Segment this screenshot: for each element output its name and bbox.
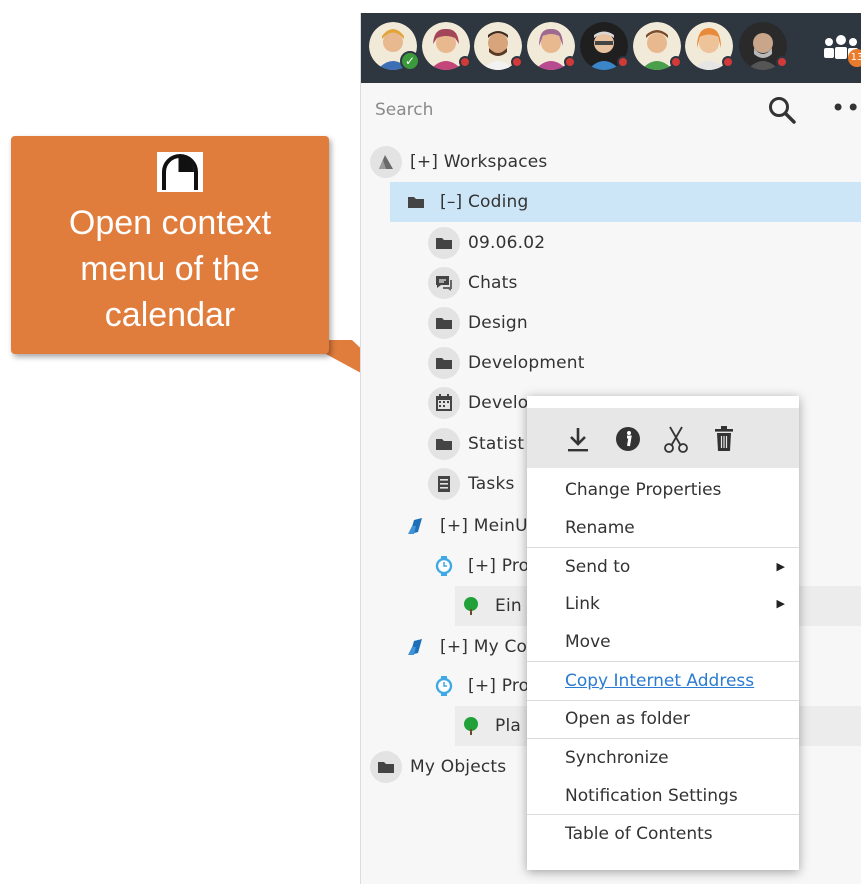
busy-status-icon: [511, 56, 523, 68]
tree-item-my-co[interactable]: [+] My Co: [400, 627, 527, 667]
tree-item-label: [+] My Co: [440, 637, 528, 657]
watch-icon: [428, 670, 460, 702]
user-avatar-icon[interactable]: ✓: [369, 22, 420, 71]
workspaces-icon: [370, 146, 402, 178]
tree-item-development[interactable]: Development: [428, 343, 585, 383]
user-avatar-icon[interactable]: [739, 22, 788, 70]
more-options-icon[interactable]: •••: [831, 93, 861, 123]
folder-icon: [370, 751, 402, 783]
callout-line: menu of the: [80, 250, 260, 288]
tree-item-pro-1[interactable]: [+] Pro: [428, 546, 529, 586]
menu-item-table-of-contents[interactable]: Table of Contents: [527, 816, 799, 852]
tree-item-label: My Objects: [410, 757, 507, 777]
busy-status-icon: [564, 56, 576, 68]
cut-icon[interactable]: [661, 424, 691, 454]
tree-item-chats[interactable]: Chats: [428, 263, 518, 303]
menu-item-copy-internet-address[interactable]: Copy Internet Address: [527, 663, 799, 699]
menu-item-open-as-folder[interactable]: Open as folder: [527, 701, 799, 737]
user-avatar-icon[interactable]: [474, 22, 523, 70]
folder-icon: [428, 227, 460, 259]
tree-green-icon: [455, 590, 487, 622]
tree-item-label: Tasks: [468, 474, 515, 494]
tree-item-label: Statist: [468, 434, 525, 454]
tree-item-label: Design: [468, 313, 528, 333]
menu-item-send-to[interactable]: Send to ▶: [527, 549, 799, 585]
tree-item-label: Pla: [495, 716, 521, 736]
menu-separator: [527, 547, 799, 548]
menu-item-label: Link: [565, 594, 600, 614]
context-menu: Change Properties Rename Send to ▶ Link …: [527, 396, 799, 870]
busy-status-icon: [670, 56, 682, 68]
tree-item-coding[interactable]: [–] Coding: [390, 182, 861, 222]
context-menu-toolbar: [527, 408, 799, 468]
menu-separator: [527, 661, 799, 662]
menu-item-link[interactable]: Link ▶: [527, 586, 799, 622]
user-avatar-icon[interactable]: [527, 22, 576, 70]
menu-item-move[interactable]: Move: [527, 624, 799, 660]
busy-status-icon: [459, 56, 471, 68]
tree-item-development-calendar[interactable]: Develo: [428, 383, 528, 423]
user-avatar-icon[interactable]: [685, 22, 734, 70]
user-avatar-icon[interactable]: [633, 22, 682, 70]
submenu-arrow-icon: ▶: [776, 597, 785, 610]
tree-item-label: Development: [468, 353, 585, 373]
presence-bar: ✓ 1: [361, 13, 861, 83]
chat-icon: [428, 267, 460, 299]
watch-icon: [428, 550, 460, 582]
folder-icon: [428, 428, 460, 460]
folder-icon: [428, 307, 460, 339]
tree-item-label: [+] MeinU: [440, 516, 528, 536]
callout-text: Open context menu of the calendar: [11, 200, 329, 338]
folder-icon: [400, 186, 432, 218]
menu-separator: [527, 738, 799, 739]
tree-green-icon: [455, 710, 487, 742]
tree-item-tasks[interactable]: Tasks: [428, 464, 515, 504]
tree-item-label: Chats: [468, 273, 518, 293]
tree-item-statistics[interactable]: Statist: [428, 424, 524, 464]
download-icon[interactable]: [563, 424, 593, 454]
tree-item-my-objects[interactable]: My Objects: [370, 747, 506, 787]
info-icon[interactable]: [613, 424, 643, 454]
task-list-icon: [428, 468, 460, 500]
tree-item-label: 09.06.02: [468, 233, 546, 253]
tree-item-label: [+] Workspaces: [410, 152, 548, 172]
tree-item-label: Develo: [468, 393, 529, 413]
mouse-right-click-icon: [157, 152, 203, 192]
tree-item-label: Ein: [495, 596, 522, 616]
search-bar: •••: [361, 83, 861, 135]
user-avatar-icon[interactable]: [422, 22, 471, 70]
online-status-icon: ✓: [400, 51, 420, 71]
tree-item-label: [+] Pro: [468, 556, 530, 576]
folder-icon: [428, 347, 460, 379]
tree-item-label: [–] Coding: [440, 192, 529, 212]
menu-item-change-properties[interactable]: Change Properties: [527, 472, 799, 508]
menu-item-notification-settings[interactable]: Notification Settings: [527, 778, 799, 814]
tree-item-090602[interactable]: 09.06.02: [428, 223, 545, 263]
tree-item-label: [+] Pro: [468, 676, 530, 696]
submenu-arrow-icon: ▶: [776, 560, 785, 573]
menu-separator: [527, 814, 799, 815]
user-avatar-icon[interactable]: [580, 22, 629, 70]
teamroom-icon: [400, 510, 432, 542]
teamroom-icon: [400, 631, 432, 663]
menu-item-synchronize[interactable]: Synchronize: [527, 740, 799, 776]
menu-item-rename[interactable]: Rename: [527, 510, 799, 546]
menu-item-label: Send to: [565, 557, 631, 577]
busy-status-icon: [776, 56, 788, 68]
busy-status-icon: [617, 56, 629, 68]
callout-line: Open context: [68, 204, 272, 242]
tree-item-pro-2[interactable]: [+] Pro: [428, 666, 529, 706]
group-count-badge: 13: [848, 49, 861, 67]
instruction-callout: Open context menu of the calendar: [11, 136, 329, 354]
calendar-icon: [428, 387, 460, 419]
busy-status-icon: [722, 56, 734, 68]
tree-item-workspaces[interactable]: [+] Workspaces: [370, 142, 548, 182]
callout-line: calendar: [104, 296, 236, 334]
trash-icon[interactable]: [709, 424, 739, 454]
search-input[interactable]: [375, 97, 735, 123]
tree-item-design[interactable]: Design: [428, 303, 528, 343]
tree-item-meinu[interactable]: [+] MeinU: [400, 506, 528, 546]
search-icon[interactable]: [767, 95, 797, 125]
